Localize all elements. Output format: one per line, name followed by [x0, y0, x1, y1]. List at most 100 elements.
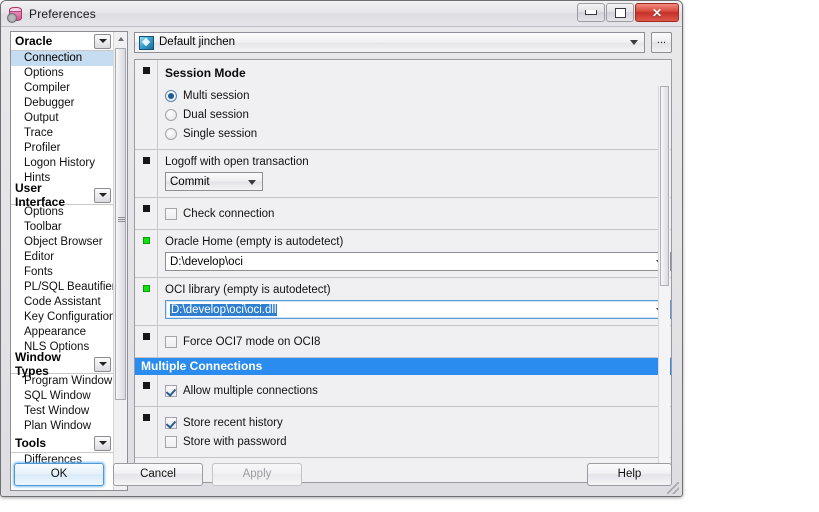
- group-history: Store recent history Store with password: [135, 407, 671, 458]
- checkbox-label: Check connection: [183, 207, 275, 220]
- checkbox-icon-off: [165, 435, 177, 448]
- section-header-multiple-connections: Multiple Connections: [135, 358, 671, 375]
- help-button[interactable]: Help: [587, 462, 672, 486]
- tree-scrollbar[interactable]: [113, 32, 127, 490]
- tree-group-label: Oracle: [15, 34, 53, 48]
- sidebar-item-output[interactable]: Output: [11, 111, 113, 126]
- sidebar-item-sql-window[interactable]: SQL Window: [11, 389, 113, 404]
- tree-group-oracle[interactable]: Oracle: [11, 32, 113, 51]
- checkbox-label: Allow multiple connections: [183, 384, 318, 397]
- group-rule: [157, 407, 158, 457]
- dialog-footer: OK Cancel Apply Help: [5, 456, 678, 492]
- checkbox-allow-multiple-connections[interactable]: Allow multiple connections: [165, 381, 671, 400]
- profile-select[interactable]: Default jinchen: [134, 31, 645, 53]
- maximize-icon: [614, 7, 626, 18]
- checkbox-force-oci7[interactable]: Force OCI7 mode on OCI8: [165, 332, 671, 351]
- group-rule: [157, 60, 158, 149]
- resize-grip-icon[interactable]: [667, 482, 679, 494]
- sidebar-item-compiler[interactable]: Compiler: [11, 81, 113, 96]
- user-profile-icon: [139, 35, 154, 50]
- chevron-up-icon: [117, 36, 124, 41]
- sidebar-item-editor[interactable]: Editor: [11, 250, 113, 265]
- sidebar-item-options[interactable]: Options: [11, 205, 113, 220]
- chevron-down-icon[interactable]: [94, 33, 111, 49]
- logoff-label: Logoff with open transaction: [165, 156, 309, 168]
- oracle-home-input[interactable]: D:\develop\oci: [165, 252, 671, 271]
- checkbox-icon-off: [165, 335, 177, 348]
- close-button[interactable]: ✕: [635, 3, 679, 22]
- checkbox-icon-on: [165, 416, 177, 429]
- sidebar-item-profiler[interactable]: Profiler: [11, 141, 113, 156]
- radio-icon-on: [165, 89, 177, 102]
- chevron-down-icon[interactable]: [94, 435, 111, 451]
- sidebar-item-key-configuration[interactable]: Key Configuration: [11, 310, 115, 325]
- session-mode-title: Session Mode: [165, 66, 246, 80]
- group-allow-multiple: Allow multiple connections: [135, 375, 671, 407]
- setting-marker-default-icon: [143, 333, 150, 340]
- sidebar-item-connection[interactable]: Connection: [11, 51, 113, 66]
- options-scrollbar[interactable]: [658, 86, 670, 481]
- sidebar-item-test-window[interactable]: Test Window: [11, 404, 113, 419]
- radio-label: Single session: [183, 127, 258, 140]
- sidebar-item-object-browser[interactable]: Object Browser: [11, 235, 113, 250]
- ok-button[interactable]: OK: [14, 462, 104, 486]
- sidebar-item-logon-history[interactable]: Logon History: [11, 156, 113, 171]
- oci-library-input[interactable]: D:\develop\oci\oci.dll: [165, 300, 671, 319]
- minimize-button[interactable]: [577, 3, 605, 22]
- window-controls: ✕: [577, 3, 679, 22]
- radio-single-session[interactable]: Single session: [165, 124, 671, 143]
- tree-scroll-up-button[interactable]: [114, 32, 127, 45]
- cancel-button[interactable]: Cancel: [113, 462, 203, 486]
- tree-group-window-types[interactable]: Window Types: [11, 350, 113, 378]
- sidebar-item-appearance[interactable]: Appearance: [11, 325, 113, 340]
- checkbox-store-recent-history[interactable]: Store recent history: [165, 413, 671, 432]
- sidebar-item-options[interactable]: Options: [11, 66, 113, 81]
- sidebar-item-trace[interactable]: Trace: [11, 126, 113, 141]
- profile-more-button[interactable]: ...: [651, 31, 672, 53]
- settings-tree[interactable]: Oracle Connection Options Compiler Debugger O…: [10, 31, 128, 491]
- sidebar-item-toolbar[interactable]: Toolbar: [11, 220, 113, 235]
- radio-label: Dual session: [183, 108, 249, 121]
- tree-group-tools[interactable]: Tools: [11, 434, 113, 453]
- group-rule: [157, 326, 158, 357]
- options-scroll-thumb[interactable]: [660, 86, 669, 286]
- tree-group-user-interface[interactable]: User Interface: [11, 181, 113, 209]
- checkbox-store-with-password[interactable]: Store with password: [165, 432, 671, 451]
- chevron-down-icon: [630, 40, 638, 45]
- scroll-grip-icon: [118, 217, 125, 222]
- title-bar: Preferences ✕: [1, 1, 682, 27]
- sidebar-item-debugger[interactable]: Debugger: [11, 96, 113, 111]
- radio-multi-session[interactable]: Multi session: [165, 86, 671, 105]
- oci-library-label: OCI library (empty is autodetect): [165, 284, 331, 296]
- maximize-button[interactable]: [606, 3, 634, 22]
- sidebar-item-fonts[interactable]: Fonts: [11, 265, 113, 280]
- checkbox-label: Store with password: [183, 435, 287, 448]
- chevron-down-icon[interactable]: [94, 356, 111, 372]
- minimize-icon: [585, 10, 597, 15]
- settings-tree-list: Oracle Connection Options Compiler Debugger O…: [11, 32, 116, 468]
- profile-row: Default jinchen ...: [134, 31, 672, 53]
- group-logoff: Logoff with open transaction Commit: [135, 150, 671, 198]
- database-gear-icon: [7, 6, 23, 23]
- group-rule: [157, 278, 158, 325]
- checkbox-check-connection[interactable]: Check connection: [165, 204, 671, 223]
- setting-marker-default-icon: [143, 414, 150, 421]
- sidebar-item-code-assistant[interactable]: Code Assistant: [11, 295, 113, 310]
- chevron-down-icon[interactable]: [94, 187, 111, 203]
- checkbox-label: Force OCI7 mode on OCI8: [183, 335, 321, 348]
- logoff-select[interactable]: Commit: [165, 172, 263, 191]
- setting-marker-default-icon: [143, 382, 150, 389]
- radio-dual-session[interactable]: Dual session: [165, 105, 671, 124]
- tree-scroll-thumb[interactable]: [115, 48, 126, 400]
- sidebar-item-plan-window[interactable]: Plan Window: [11, 419, 113, 434]
- oci-library-value: D:\develop\oci\oci.dll: [170, 303, 278, 316]
- oracle-home-value: D:\develop\oci: [170, 255, 243, 268]
- checkbox-label: Store recent history: [183, 416, 283, 429]
- group-check-connection: Check connection: [135, 198, 671, 230]
- options-area: Session Mode Multi session Dual session …: [134, 59, 672, 483]
- sidebar-item-pl-sql-beautifier[interactable]: PL/SQL Beautifier: [11, 280, 116, 295]
- sidebar-item-program-window[interactable]: Program Window: [11, 374, 113, 389]
- window-title: Preferences: [29, 6, 96, 21]
- setting-marker-changed-icon: [143, 285, 150, 292]
- setting-marker-default-icon: [143, 205, 150, 212]
